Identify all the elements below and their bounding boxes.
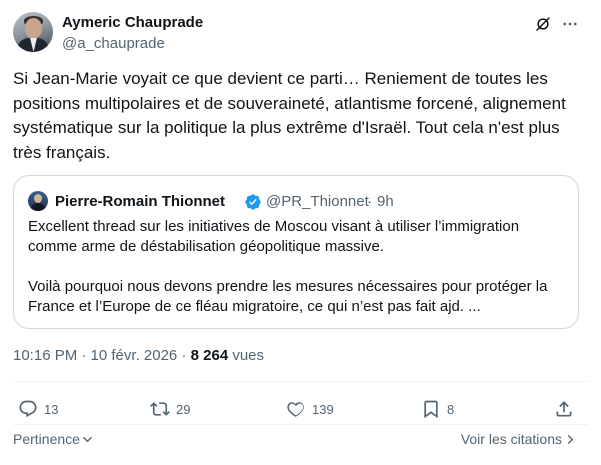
quoted-line: Voilà pourquoi nous devons prendre les m…: [28, 278, 548, 295]
quoted-tweet-text: Excellent thread sur les initiatives de …: [28, 217, 568, 317]
author-handle[interactable]: @a_chauprade: [62, 35, 165, 52]
like-button[interactable]: 139: [286, 398, 334, 420]
repost-icon: [150, 402, 170, 416]
sort-label: Pertinence: [13, 431, 80, 447]
view-quotes-link[interactable]: Voir les citations: [461, 431, 576, 447]
divider: [13, 381, 588, 382]
share-icon: [556, 401, 572, 417]
bookmark-count: 8: [447, 401, 455, 417]
tweet-meta: 10:16 PM · 10 févr. 2026 · 8 264 vues: [13, 347, 264, 364]
quotes-label: Voir les citations: [460, 431, 562, 447]
quoted-line: Excellent thread sur les initiatives de …: [28, 218, 520, 235]
like-icon: [287, 402, 304, 418]
quoted-author-handle[interactable]: @PR_Thionnet: [266, 193, 369, 210]
tweet-timestamp[interactable]: 10:16 PM · 10 févr. 2026: [13, 347, 177, 364]
author-avatar[interactable]: [13, 12, 53, 52]
sort-relevance-dropdown[interactable]: Pertinence: [13, 431, 93, 447]
views-count: 8 264: [190, 347, 229, 364]
repost-button[interactable]: 29: [150, 398, 190, 420]
bookmark-button[interactable]: 8: [421, 398, 454, 420]
divider: [13, 424, 588, 425]
grok-icon[interactable]: [534, 15, 552, 33]
tweet-card: Aymeric Chauprade @a_chauprade Si Jean-M…: [0, 0, 601, 465]
reply-icon: [19, 400, 37, 418]
repost-count: 29: [176, 401, 191, 417]
quoted-line: France et l’Europe de ce fléau migratoir…: [28, 298, 481, 315]
quoted-author-display-name[interactable]: Pierre-Romain Thionnet: [55, 193, 225, 210]
verified-icon: [245, 194, 261, 210]
quoted-tweet[interactable]: Pierre-Romain Thionnet @PR_Thionnet · 9h…: [13, 175, 579, 329]
author-display-name[interactable]: Aymeric Chauprade: [62, 14, 203, 31]
share-button[interactable]: [554, 398, 574, 420]
quoted-separator: ·: [367, 193, 372, 210]
tweet-text: Si Jean-Marie voyait ce que devient ce p…: [13, 69, 566, 162]
more-icon[interactable]: [561, 15, 579, 33]
like-count: 139: [312, 401, 334, 417]
quoted-time[interactable]: 9h: [377, 193, 394, 210]
views-label: vues: [228, 347, 265, 364]
bookmark-icon: [424, 400, 438, 419]
meta-separator: ·: [177, 347, 191, 364]
reply-button[interactable]: 13: [18, 398, 58, 420]
reply-count: 13: [44, 401, 59, 417]
quoted-line: comme arme de déstabilisation géopolitiq…: [28, 238, 385, 255]
chevron-down-icon: [83, 436, 92, 442]
quoted-author-avatar[interactable]: [28, 191, 48, 211]
chevron-right-icon: [567, 434, 574, 444]
